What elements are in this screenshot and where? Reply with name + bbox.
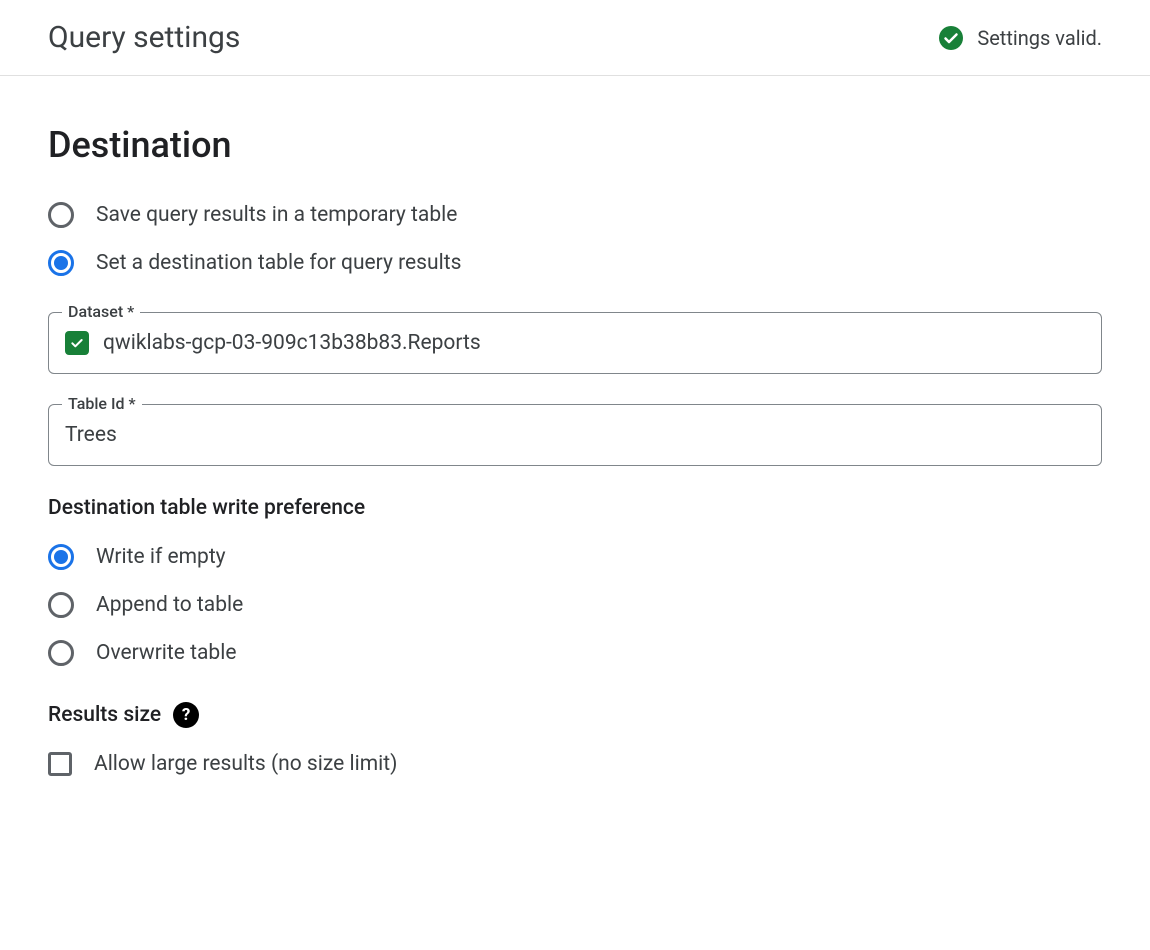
radio-label: Write if empty (96, 545, 226, 569)
write-preference-heading: Destination table write preference (48, 496, 1102, 520)
dataset-input[interactable] (103, 331, 1085, 355)
header: Query settings Settings valid. (0, 0, 1150, 76)
status-text: Settings valid. (977, 26, 1102, 50)
radio-icon (48, 544, 74, 570)
table-id-field[interactable] (48, 404, 1102, 466)
radio-label: Save query results in a temporary table (96, 203, 457, 227)
spacer (48, 776, 1102, 936)
table-id-field-container: Table Id * (48, 404, 1102, 466)
radio-temp-table[interactable]: Save query results in a temporary table (48, 202, 1102, 228)
radio-icon (48, 640, 74, 666)
dataset-label: Dataset * (62, 302, 140, 321)
settings-status: Settings valid. (939, 26, 1102, 50)
check-circle-icon (939, 26, 963, 50)
dataset-field-container: Dataset * (48, 312, 1102, 374)
destination-radio-group: Save query results in a temporary table … (48, 202, 1102, 276)
radio-overwrite[interactable]: Overwrite table (48, 640, 1102, 666)
destination-heading: Destination (48, 124, 1102, 166)
write-preference-radio-group: Write if empty Append to table Overwrite… (48, 544, 1102, 666)
radio-label: Set a destination table for query result… (96, 251, 461, 275)
content: Destination Save query results in a temp… (0, 76, 1150, 936)
radio-write-if-empty[interactable]: Write if empty (48, 544, 1102, 570)
content-scroll[interactable]: Destination Save query results in a temp… (0, 76, 1150, 936)
dataset-field[interactable] (48, 312, 1102, 374)
page-title: Query settings (48, 20, 240, 55)
checkbox-icon (48, 752, 72, 776)
check-icon (65, 331, 89, 355)
table-id-input[interactable] (65, 423, 1085, 447)
allow-large-results-checkbox[interactable]: Allow large results (no size limit) (48, 752, 1102, 776)
results-size-heading-row: Results size ? (48, 702, 1102, 728)
radio-label: Append to table (96, 593, 243, 617)
results-size-heading: Results size (48, 703, 161, 727)
radio-icon (48, 202, 74, 228)
radio-label: Overwrite table (96, 641, 236, 665)
radio-icon (48, 592, 74, 618)
radio-append[interactable]: Append to table (48, 592, 1102, 618)
radio-destination-table[interactable]: Set a destination table for query result… (48, 250, 1102, 276)
help-icon[interactable]: ? (173, 702, 199, 728)
radio-icon (48, 250, 74, 276)
table-id-label: Table Id * (62, 394, 142, 413)
checkbox-label: Allow large results (no size limit) (94, 752, 397, 776)
